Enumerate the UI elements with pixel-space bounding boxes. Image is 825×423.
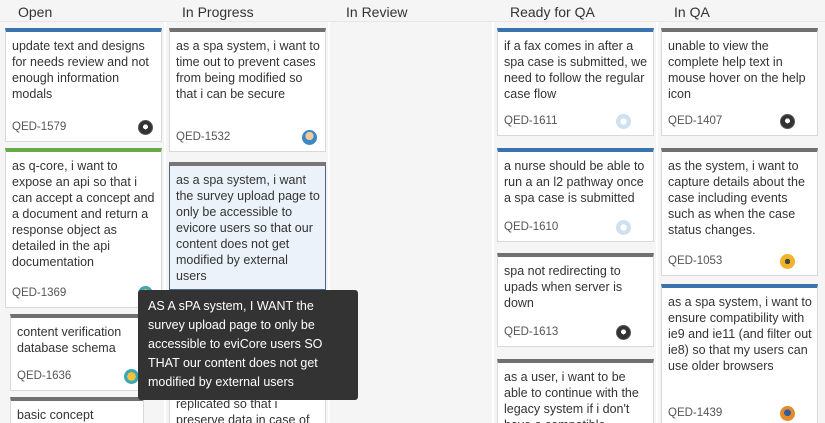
card-summary: replicated so that i preserve data in ca… (176, 397, 310, 423)
issue-key-link[interactable]: QED-1613 (504, 324, 558, 340)
column-title-in-qa: In QA (674, 4, 710, 20)
issue-key-link[interactable]: QED-1636 (17, 368, 71, 384)
column-title-in-progress: In Progress (182, 4, 254, 20)
column-title-in-review: In Review (346, 4, 408, 20)
card-summary: spa not redirecting to upads when server… (504, 264, 623, 310)
card-summary: content verification database schema (17, 325, 122, 355)
card-summary: as q-core, i want to expose an api so th… (12, 159, 155, 269)
column-ready-for-qa: if a fax comes in after a spa case is su… (494, 22, 656, 423)
issue-card[interactable]: as the system, i want to capture details… (661, 148, 818, 276)
issue-card-selected[interactable]: as a spa system, i want the survey uploa… (169, 162, 326, 290)
card-summary: as the system, i want to capture details… (668, 159, 805, 237)
light-avatar-icon (616, 114, 631, 129)
card-summary: as a user, i want to be able to continue… (504, 370, 639, 423)
issue-card[interactable]: as q-core, i want to expose an api so th… (5, 148, 162, 308)
card-summary: a nurse should be able to run a an l2 pa… (504, 159, 645, 205)
card-summary: as a spa system, i want to ensure compat… (668, 295, 812, 373)
issue-key-link[interactable]: QED-1610 (504, 219, 558, 235)
card-hover-tooltip: AS A sPA system, I WANT the survey uploa… (138, 290, 358, 400)
issue-key-link[interactable]: QED-1439 (668, 405, 722, 421)
card-summary: update text and designs for needs review… (12, 39, 149, 101)
issue-key-link[interactable]: QED-1407 (668, 113, 722, 129)
face-avatar-icon (302, 130, 317, 145)
card-summary: as a spa system, i want the survey uploa… (176, 173, 320, 283)
column-in-qa: unable to view the complete help text in… (658, 22, 825, 423)
board-column-headers: Open In Progress In Review Ready for QA … (0, 0, 825, 22)
issue-key-link[interactable]: QED-1053 (668, 253, 722, 269)
issue-card[interactable]: spa not redirecting to upads when server… (497, 253, 654, 347)
issue-card[interactable]: as a user, i want to be able to continue… (497, 359, 654, 423)
issue-card[interactable]: basic concept (10, 397, 144, 423)
teal-avatar-icon (124, 369, 139, 384)
card-summary: if a fax comes in after a spa case is su… (504, 39, 648, 101)
issue-key-link[interactable]: QED-1579 (12, 119, 66, 135)
issue-key-link[interactable]: QED-1532 (176, 129, 230, 145)
card-summary: basic concept (17, 408, 94, 422)
issue-card[interactable]: content verification database schema QED… (10, 314, 144, 391)
column-title-ready-for-qa: Ready for QA (510, 4, 595, 20)
issue-key-link[interactable]: QED-1369 (12, 285, 66, 301)
card-summary: unable to view the complete help text in… (668, 39, 806, 101)
issue-card[interactable]: as a spa system, i want to time out to p… (169, 28, 326, 152)
bw-pattern-avatar-icon (780, 114, 795, 129)
issue-key-link[interactable]: QED-1611 (504, 113, 557, 129)
issue-card[interactable]: if a fax comes in after a spa case is su… (497, 28, 654, 136)
bw-pattern-avatar-icon (138, 120, 153, 135)
orange-avatar-icon (780, 406, 795, 421)
light-avatar-icon (616, 220, 631, 235)
yellow-avatar-icon (780, 254, 795, 269)
issue-card[interactable]: unable to view the complete help text in… (661, 28, 818, 136)
card-summary: as a spa system, i want to time out to p… (176, 39, 320, 101)
issue-card[interactable]: as a spa system, i want to ensure compat… (661, 284, 818, 423)
issue-card[interactable]: update text and designs for needs review… (5, 28, 162, 142)
bw-pattern-avatar-icon (616, 325, 631, 340)
issue-card[interactable]: a nurse should be able to run a an l2 pa… (497, 148, 654, 242)
column-title-open: Open (18, 4, 53, 20)
